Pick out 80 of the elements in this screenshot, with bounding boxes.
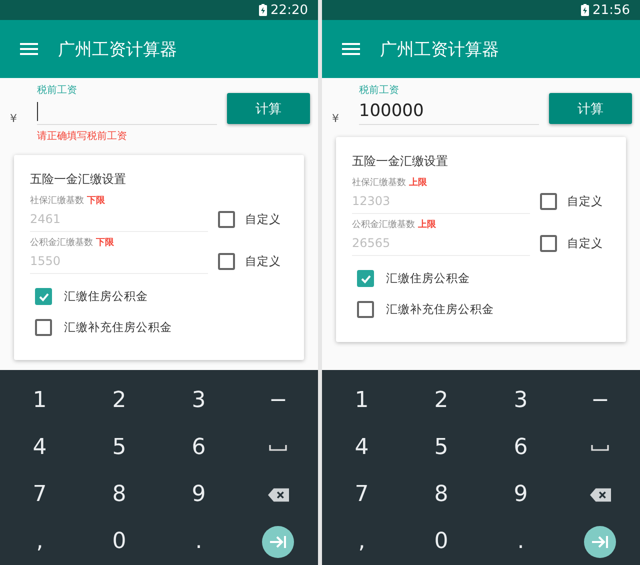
checkbox-label: 汇缴住房公积金 [64, 289, 148, 304]
checkbox-label: 汇缴住房公积金 [386, 271, 470, 286]
checkbox[interactable] [357, 301, 374, 318]
keyboard-key[interactable]: 0 [80, 518, 159, 565]
checkbox-label: 汇缴补充住房公积金 [386, 302, 494, 317]
checkbox-label: 自定义 [245, 212, 281, 226]
space-icon [591, 444, 610, 450]
keyboard-key[interactable]: 1 [322, 377, 402, 424]
keyboard-key[interactable]: 9 [159, 471, 238, 518]
limit-tag: 上限 [408, 178, 427, 188]
keyboard-key[interactable]: 4 [0, 424, 80, 471]
menu-icon[interactable] [342, 43, 360, 55]
check-icon [38, 290, 50, 302]
base-field[interactable]: 1550 [30, 249, 208, 274]
base-field[interactable]: 12303 [352, 189, 530, 214]
battery-icon [580, 4, 589, 16]
next-icon [584, 526, 616, 558]
checkbox-label: 自定义 [245, 254, 281, 268]
keyboard-key[interactable]: 0 [402, 518, 481, 565]
keyboard-key[interactable]: 7 [322, 471, 402, 518]
limit-tag: 上限 [418, 220, 436, 230]
keyboard-key[interactable]: 5 [80, 424, 159, 471]
checkbox-label: 自定义 [567, 236, 603, 250]
error-message: 请正确填写税前工资 [37, 130, 128, 143]
keyboard-key[interactable]: 3 [481, 377, 560, 424]
checkbox[interactable] [357, 270, 374, 287]
keyboard-key[interactable]: . [481, 518, 560, 565]
keyboard-key[interactable]: . [159, 518, 238, 565]
app-title: 广州工资计算器 [58, 38, 177, 60]
checkbox-label: 汇缴补充住房公积金 [64, 320, 172, 335]
calculate-button[interactable]: 计算 [549, 93, 632, 124]
keyboard-key[interactable]: 9 [481, 471, 560, 518]
limit-tag: 下限 [96, 238, 114, 248]
checkbox-label: 自定义 [567, 194, 603, 208]
keyboard-key[interactable]: 6 [481, 424, 560, 471]
check-icon [360, 272, 372, 284]
field-label: 公积金汇缴基数 [30, 238, 93, 248]
field-label: 税前工资 [358, 84, 400, 98]
checkbox[interactable] [35, 288, 52, 305]
keyboard-key[interactable]: 6 [159, 424, 238, 471]
keyboard-key[interactable]: 3 [159, 377, 238, 424]
base-field[interactable]: 2461 [30, 207, 208, 232]
keyboard-key[interactable]: − [238, 377, 318, 424]
keyboard-key[interactable]: 8 [402, 471, 481, 518]
battery-icon [258, 4, 267, 16]
keyboard-key[interactable]: 2 [80, 377, 159, 424]
checkbox[interactable] [218, 210, 235, 228]
next-icon [262, 526, 294, 558]
checkbox[interactable] [35, 319, 52, 336]
field-label: 社保汇缴基数 [352, 178, 406, 188]
field-label: 公积金汇缴基数 [352, 220, 415, 230]
keyboard-key[interactable]: 2 [402, 377, 481, 424]
keyboard-key[interactable]: , [0, 518, 80, 565]
currency-symbol: ¥ [10, 112, 18, 125]
keyboard-key[interactable]: − [560, 377, 640, 424]
menu-icon[interactable] [20, 43, 38, 55]
space-icon [269, 444, 288, 450]
backspace-icon [268, 488, 289, 502]
keyboard-key[interactable]: 5 [402, 424, 481, 471]
keyboard-key[interactable]: 4 [322, 424, 402, 471]
calculate-button[interactable]: 计算 [227, 93, 310, 124]
card-title: 五险一金汇缴设置 [30, 171, 127, 188]
checkbox[interactable] [218, 252, 235, 270]
field-label: 税前工资 [36, 84, 78, 98]
card-title: 五险一金汇缴设置 [352, 153, 449, 170]
checkbox[interactable] [540, 234, 557, 252]
keyboard-key[interactable]: 7 [0, 471, 80, 518]
salary-field[interactable]: 100000 [358, 98, 540, 125]
limit-tag: 下限 [86, 196, 105, 206]
keyboard-key[interactable]: 8 [80, 471, 159, 518]
status-time: 22:20 [270, 2, 308, 18]
keyboard-key[interactable]: 1 [0, 377, 80, 424]
backspace-icon [590, 488, 611, 502]
field-label: 社保汇缴基数 [30, 196, 84, 206]
currency-symbol: ¥ [332, 112, 340, 125]
keyboard-key[interactable]: , [322, 518, 402, 565]
app-title: 广州工资计算器 [380, 38, 499, 60]
status-time: 21:56 [592, 2, 630, 18]
checkbox[interactable] [540, 192, 557, 210]
base-field[interactable]: 26565 [352, 231, 530, 256]
